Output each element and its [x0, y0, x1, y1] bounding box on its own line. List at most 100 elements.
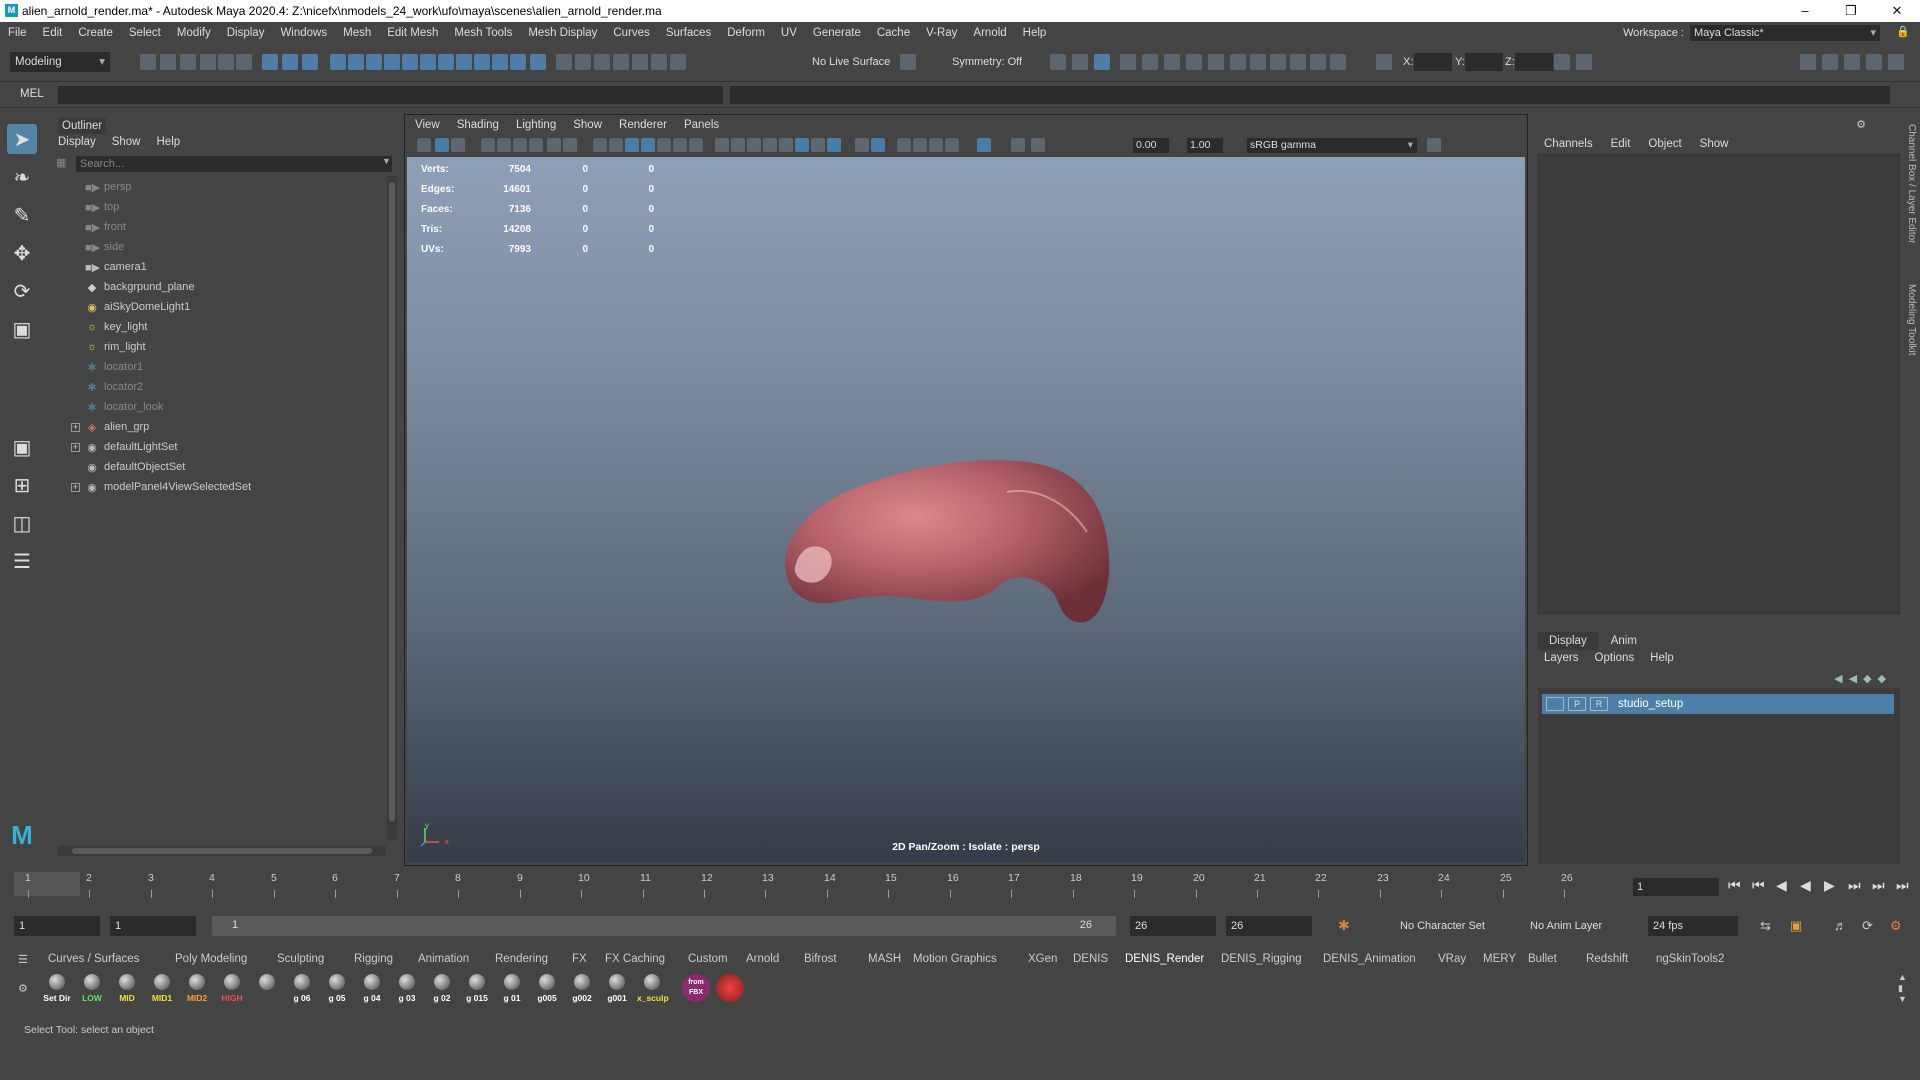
- viewport-menu-renderer[interactable]: Renderer: [619, 119, 667, 131]
- shelf-button-g-015[interactable]: g 015: [462, 974, 492, 1006]
- anim-layer-dropdown[interactable]: No Anim Layer: [1530, 920, 1602, 932]
- statusline-tool-icon[interactable]: [1072, 54, 1088, 70]
- viewport-tool-icon[interactable]: [657, 138, 671, 152]
- lasso-tool-icon[interactable]: ❧: [7, 162, 37, 192]
- statusline-tool-icon[interactable]: [1230, 54, 1246, 70]
- shelf-tab-arnold[interactable]: Arnold: [746, 953, 779, 965]
- viewport-tool-icon[interactable]: [827, 138, 841, 152]
- viewport-menu-panels[interactable]: Panels: [684, 119, 719, 131]
- layout-two-icon[interactable]: ◫: [7, 508, 37, 538]
- layer-actions-icons[interactable]: ◀◀◆◆: [1834, 672, 1892, 685]
- from-fbx-button[interactable]: from FBX: [682, 974, 712, 1006]
- statusline-tool-icon[interactable]: [900, 54, 916, 70]
- close-icon[interactable]: ✕: [1874, 0, 1920, 22]
- shelf-tab-fx-caching[interactable]: FX Caching: [605, 953, 665, 965]
- statusline-tool-icon[interactable]: [651, 54, 667, 70]
- outliner-horizontal-scrollbar[interactable]: [58, 846, 386, 856]
- outliner-row-modelpanel4viewselectedset[interactable]: + ◉ modelPanel4ViewSelectedSet: [52, 477, 388, 497]
- red-render-button-icon[interactable]: [716, 974, 744, 1002]
- menu-modify[interactable]: Modify: [169, 27, 219, 39]
- minimize-icon[interactable]: –: [1782, 0, 1828, 22]
- x-coordinate-field[interactable]: [1414, 53, 1452, 71]
- z-coordinate-field[interactable]: [1515, 53, 1553, 71]
- statusline-tool-icon[interactable]: [180, 54, 196, 70]
- layer-editor-tab-display[interactable]: Display: [1538, 632, 1598, 650]
- menu-help[interactable]: Help: [1015, 27, 1055, 39]
- viewport-tool-icon[interactable]: [497, 138, 511, 152]
- outliner-row-defaultobjectset[interactable]: ◉ defaultObjectSet: [52, 457, 388, 477]
- statusline-tool-icon[interactable]: [1866, 54, 1882, 70]
- menu-uv[interactable]: UV: [773, 27, 805, 39]
- select-tool-icon[interactable]: ➤: [7, 124, 37, 154]
- search-filter-icon[interactable]: ▦: [56, 156, 66, 169]
- menu-curves[interactable]: Curves: [605, 27, 657, 39]
- shelf-tab-denis-rigging[interactable]: DENIS_Rigging: [1221, 953, 1302, 965]
- statusline-tool-icon[interactable]: [670, 54, 686, 70]
- menu-windows[interactable]: Windows: [272, 27, 335, 39]
- y-coordinate-field[interactable]: [1465, 53, 1503, 71]
- statusline-tool-icon[interactable]: [366, 54, 382, 70]
- range-bar[interactable]: 1 26: [212, 916, 1116, 936]
- go-to-end-icon[interactable]: ⏭: [1896, 877, 1909, 894]
- shelf-tab-rigging[interactable]: Rigging: [354, 953, 393, 965]
- outliner-row-backgrpund_plane[interactable]: ◆ backgrpund_plane: [52, 277, 388, 297]
- shelf-button-g005[interactable]: g005: [532, 974, 562, 1006]
- statusline-tool-icon[interactable]: [575, 54, 591, 70]
- viewport-tool-icon[interactable]: [715, 138, 729, 152]
- statusline-tool-icon[interactable]: [1142, 54, 1158, 70]
- fps-dropdown[interactable]: 24 fps: [1648, 916, 1738, 936]
- statusline-tool-icon[interactable]: [1094, 54, 1110, 70]
- statusline-tool-icon[interactable]: [1050, 54, 1066, 70]
- menu-file[interactable]: File: [0, 27, 35, 39]
- statusline-tool-icon[interactable]: [613, 54, 629, 70]
- statusline-tool-icon[interactable]: [262, 54, 278, 70]
- viewport-tool-icon[interactable]: [731, 138, 745, 152]
- statusline-tool-icon[interactable]: [1554, 54, 1570, 70]
- animation-start-field[interactable]: 1: [14, 916, 100, 936]
- outliner-menu-help[interactable]: Help: [157, 136, 181, 148]
- shelf-button-g-02[interactable]: g 02: [427, 974, 457, 1006]
- animation-end-field[interactable]: 26: [1226, 916, 1312, 936]
- statusline-tool-icon[interactable]: [348, 54, 364, 70]
- outliner-row-alien_grp[interactable]: + ◈ alien_grp: [52, 417, 388, 437]
- statusline-tool-icon[interactable]: [160, 54, 176, 70]
- viewport-tool-icon[interactable]: [871, 138, 885, 152]
- layer-visibility-toggle[interactable]: [1546, 697, 1564, 711]
- statusline-tool-icon[interactable]: [556, 54, 572, 70]
- statusline-tool-icon[interactable]: [282, 54, 298, 70]
- playback-start-field[interactable]: 1: [110, 916, 196, 936]
- alien-tongue-model[interactable]: [407, 157, 1525, 862]
- statusline-tool-icon[interactable]: [330, 54, 346, 70]
- viewport-tool-icon[interactable]: [779, 138, 793, 152]
- restore-icon[interactable]: ❐: [1828, 0, 1874, 22]
- viewport-tool-icon[interactable]: [1031, 138, 1045, 152]
- shelf-button-set-dir[interactable]: Set Dir: [42, 974, 72, 1006]
- shelf-tab-denis-render[interactable]: DENIS_Render: [1125, 953, 1204, 965]
- play-forward-icon[interactable]: ▶: [1824, 877, 1835, 894]
- viewport-tool-icon[interactable]: [1011, 138, 1025, 152]
- statusline-tool-icon[interactable]: [530, 54, 546, 70]
- statusline-tool-icon[interactable]: [1800, 54, 1816, 70]
- statusline-tool-icon[interactable]: [420, 54, 436, 70]
- live-surface-label[interactable]: No Live Surface: [812, 56, 890, 68]
- shelf-tab-redshift[interactable]: Redshift: [1586, 953, 1628, 965]
- shelf-tab-fx[interactable]: FX: [572, 953, 587, 965]
- outliner-row-locator_look[interactable]: ✱ locator_look: [52, 397, 388, 417]
- statusline-tool-icon[interactable]: [236, 54, 252, 70]
- viewport-tool-icon[interactable]: [763, 138, 777, 152]
- shelf-tab-custom[interactable]: Custom: [688, 953, 728, 965]
- statusline-tool-icon[interactable]: [302, 54, 318, 70]
- viewport-tool-icon[interactable]: [609, 138, 623, 152]
- viewport-tool-icon[interactable]: [641, 138, 655, 152]
- gamma-field[interactable]: 1.00: [1187, 138, 1223, 153]
- layer-editor-menu-layers[interactable]: Layers: [1544, 652, 1579, 664]
- layer-render-toggle[interactable]: R: [1590, 697, 1608, 711]
- menu-deform[interactable]: Deform: [719, 27, 773, 39]
- viewport-tool-icon[interactable]: [897, 138, 911, 152]
- shelf-scroll-icon[interactable]: ▲ ▮ ▼: [1898, 972, 1907, 1005]
- menu-cache[interactable]: Cache: [869, 27, 918, 39]
- key-icon[interactable]: ▣: [1790, 918, 1802, 934]
- expand-icon[interactable]: +: [71, 482, 80, 492]
- outliner-menu-show[interactable]: Show: [112, 136, 141, 148]
- statusline-tool-icon[interactable]: [1576, 54, 1592, 70]
